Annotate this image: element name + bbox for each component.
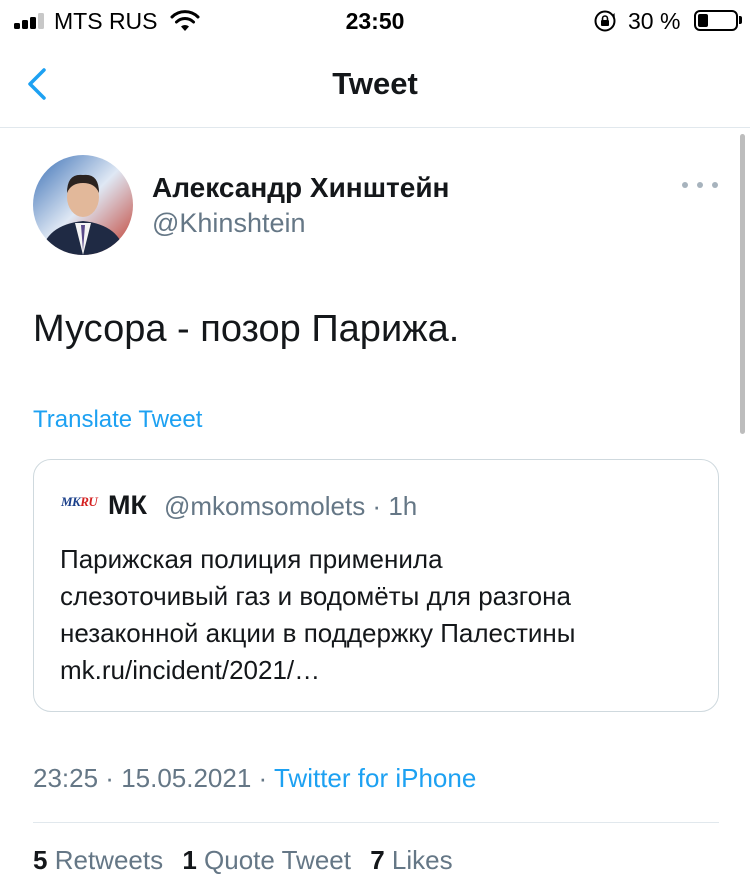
likes-label: Likes	[391, 845, 453, 875]
more-options-icon[interactable]	[682, 174, 718, 198]
likes-stat[interactable]: 7 Likes	[370, 845, 452, 875]
tweet-date: 15.05.2021	[121, 763, 252, 793]
meta-separator: ·	[98, 763, 122, 793]
quotes-label: Quote Tweet	[204, 845, 351, 875]
quote-author-handle: @mkomsomolets · 1h	[164, 491, 418, 521]
retweets-label: Retweets	[54, 845, 164, 875]
retweets-stat[interactable]: 5 Retweets	[33, 845, 163, 875]
retweets-count: 5	[33, 845, 48, 875]
quote-text-line: незаконной акции в поддержку Палестины	[60, 618, 576, 648]
tweet-source-link[interactable]: Twitter for iPhone	[274, 763, 476, 793]
page-title: Tweet	[332, 66, 418, 101]
author-handle[interactable]: @Khinshtein	[152, 208, 306, 239]
likes-count: 7	[370, 845, 385, 875]
divider	[33, 822, 719, 823]
tweet-stats: 5 Retweets 1 Quote Tweet 7 Likes	[33, 845, 465, 876]
quote-author-name: МК	[108, 490, 147, 520]
translate-tweet-link[interactable]: Translate Tweet	[33, 406, 202, 434]
tweet-time: 23:25	[33, 763, 99, 793]
quote-text-line: слезоточивый газ и водомёты для разгона	[60, 581, 571, 611]
quote-text: Парижская полиция применила слезоточивый…	[60, 541, 710, 689]
battery-tip	[739, 16, 742, 24]
quote-text-line: Парижская полиция применила	[60, 544, 443, 574]
rotation-lock-icon	[594, 10, 616, 32]
avatar[interactable]	[33, 155, 133, 255]
nav-bar: Tweet	[0, 42, 750, 128]
author-name[interactable]: Александр Хинштейн	[152, 172, 449, 204]
battery-percent: 30 %	[628, 8, 681, 34]
status-bar: MTS RUS 23:50 30 %	[0, 0, 750, 42]
battery-icon	[694, 10, 738, 31]
tweet-text: Мусора - позор Парижа.	[33, 308, 460, 350]
quote-avatar-logo: MKRU	[61, 494, 98, 509]
tweet-timestamp: 23:25 · 15.05.2021 · Twitter for iPhone	[33, 763, 476, 794]
scroll-indicator[interactable]	[740, 134, 745, 434]
quote-link[interactable]: mk.ru/incident/2021/…	[60, 652, 710, 689]
quote-tweets-stat[interactable]: 1 Quote Tweet	[182, 845, 351, 875]
quoted-tweet-card[interactable]: MKRU МК @mkomsomolets · 1h Парижская пол…	[33, 459, 719, 712]
meta-separator: ·	[251, 763, 274, 793]
quotes-count: 1	[182, 845, 197, 875]
